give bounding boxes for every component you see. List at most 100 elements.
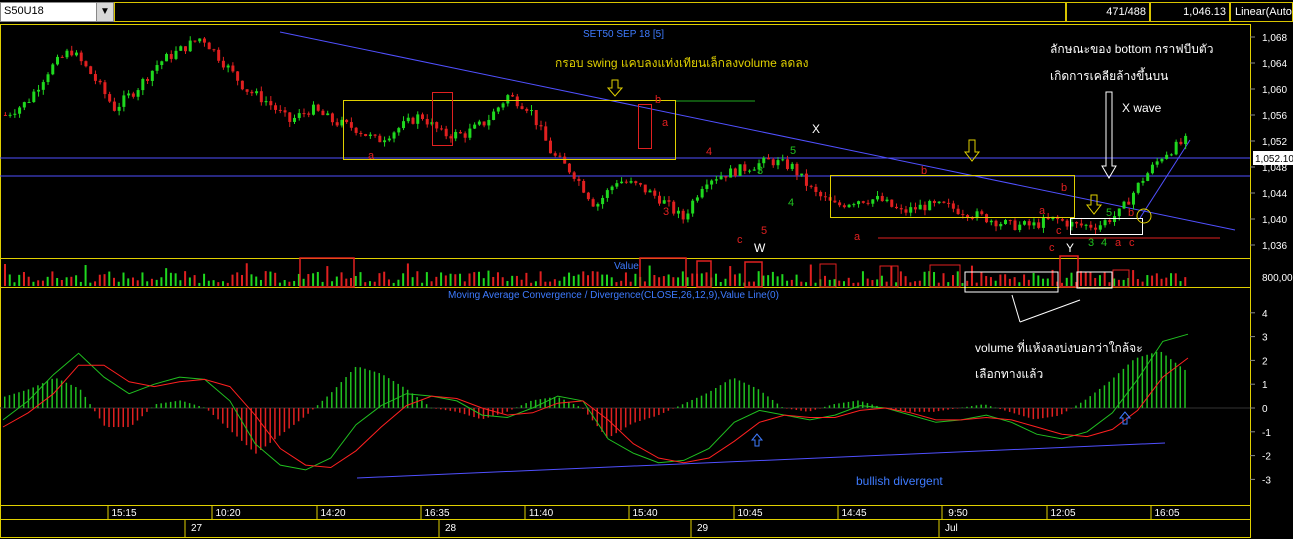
volume-bar (94, 281, 97, 286)
macd-hist-bar (1174, 362, 1177, 408)
red-box-bar-2[interactable] (638, 104, 652, 149)
candle-body (790, 163, 794, 169)
macd-hist-bar (1008, 408, 1011, 412)
candle-body (1084, 224, 1088, 226)
macd-hist-bar (435, 408, 437, 409)
date-label: 27 (191, 523, 203, 534)
macd-hist-bar (131, 408, 134, 425)
volume-bar (895, 282, 898, 286)
candle-body (392, 132, 396, 139)
candle-body (259, 91, 263, 103)
macd-hist-bar (188, 403, 191, 408)
volume-bar (615, 282, 618, 286)
candle-body (226, 65, 230, 68)
candle-body (961, 214, 965, 216)
volume-bar (13, 282, 16, 286)
candle-body (165, 54, 169, 62)
wave-label: 4 (706, 146, 712, 158)
volume-bar (293, 280, 296, 286)
candle-body (676, 210, 680, 214)
volume-bar (691, 273, 694, 286)
volume-bar (715, 273, 717, 286)
volume-bar (65, 277, 68, 286)
macd-hist-bar (1018, 408, 1020, 415)
divergence-line[interactable] (356, 442, 1166, 479)
volume-bar (985, 276, 988, 286)
candle-body (1146, 173, 1150, 181)
candle-body (795, 163, 799, 176)
volume-bar (1132, 270, 1135, 286)
volume-bar (1174, 273, 1177, 286)
candle-body (1113, 216, 1117, 223)
volume-bar (1042, 278, 1045, 286)
candle-body (624, 181, 628, 183)
wave-label: c (1056, 225, 1062, 237)
volume-small-boxes (819, 263, 1130, 288)
candle-body (980, 211, 984, 215)
candle-body (70, 50, 74, 56)
candle-body (785, 159, 789, 169)
bottom-note-2: เกิดการเคลียล้างขึ้นบน (1050, 67, 1168, 83)
macd-hist-bar (1179, 366, 1182, 408)
wave-label: b (1128, 207, 1134, 219)
macd-hist-bar (530, 400, 532, 408)
candle-body (193, 40, 197, 42)
volume-bar (989, 277, 992, 286)
macd-hist-bar (297, 408, 300, 422)
volume-bar (335, 276, 338, 286)
macd-hist-bar (444, 408, 447, 411)
volume-bar (1098, 275, 1101, 286)
macd-hist-bar (1132, 360, 1134, 408)
macd-hist-bar (966, 406, 968, 408)
price-tick-label: 1,056 (1262, 111, 1287, 122)
candle-body (477, 121, 481, 125)
volume-bar (800, 281, 803, 286)
macd-hist-bar (634, 408, 636, 423)
candle-body (999, 224, 1003, 227)
volume-bar (444, 275, 447, 286)
macd-hist-bar (212, 408, 215, 415)
candle-body (1117, 208, 1121, 217)
candle-body (748, 170, 752, 172)
macd-hist-bar (217, 408, 219, 420)
volume-bar (463, 281, 466, 286)
macd-hist-bar (620, 408, 622, 431)
volume-bar (207, 280, 210, 286)
candle-body (27, 102, 31, 104)
macd-hist-bar (18, 392, 20, 408)
macd-hist-bar (980, 404, 982, 408)
candle-body (492, 111, 496, 120)
macd-hist-bar (75, 387, 77, 408)
macd-tick-label: 3 (1262, 333, 1268, 344)
volume-bar (653, 275, 656, 286)
volume-bar (961, 282, 964, 286)
candle-body (615, 183, 619, 187)
candle-body (620, 181, 624, 184)
macd-hist-bar (207, 408, 210, 411)
swing-box-2[interactable] (830, 175, 1075, 218)
macd-hist-bar (364, 368, 366, 408)
macd-hist-bar (568, 401, 570, 408)
volume-bar (193, 275, 196, 286)
macd-hist-bar (681, 404, 684, 408)
swing-box-1[interactable] (343, 100, 676, 160)
volume-bar (316, 271, 319, 286)
candle-body (1013, 220, 1017, 230)
volume-note-pointer-1 (1019, 299, 1081, 323)
candle-body (41, 82, 45, 90)
candle-body (345, 119, 349, 123)
macd-hist-bar (696, 397, 698, 408)
candle-body (899, 208, 903, 210)
macd-hist-bar (956, 408, 959, 409)
wave-label: a (1039, 205, 1046, 217)
macd-tick-label: -2 (1262, 452, 1271, 463)
wave-label: c (737, 234, 743, 246)
wave-label: 4 (1101, 237, 1107, 249)
volume-bar (933, 272, 936, 286)
volume-bar (1061, 282, 1064, 286)
macd-hist-bar (1027, 408, 1030, 418)
macd-hist-bar (174, 401, 177, 408)
volume-bar (677, 277, 680, 286)
volume-bar (108, 271, 111, 286)
candle-body (705, 184, 709, 189)
